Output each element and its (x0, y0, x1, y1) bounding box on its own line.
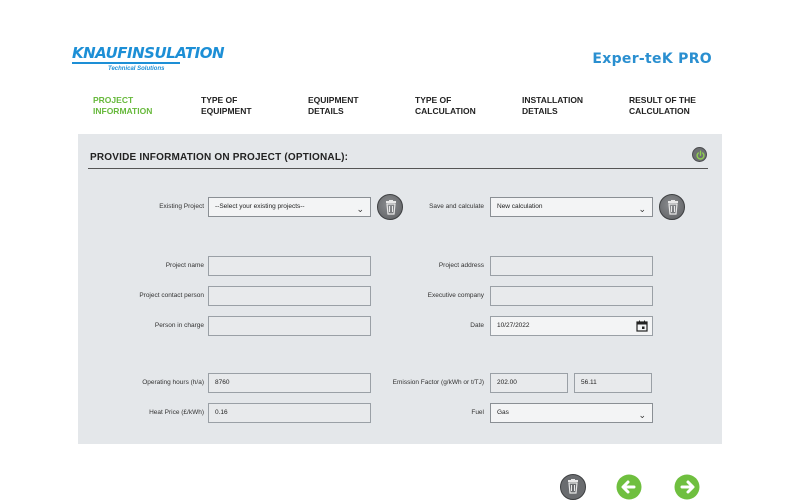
back-button[interactable] (616, 474, 642, 500)
step-installation-details[interactable]: INSTALLATION DETAILS (522, 95, 612, 117)
delete-calculation-button[interactable] (659, 194, 685, 220)
heat-price-field[interactable]: 0.16 (208, 403, 371, 423)
next-button[interactable] (674, 474, 700, 500)
emission-factor-label: Emission Factor (g/kWh or t/TJ) (392, 379, 484, 386)
step-type-of-equipment[interactable]: TYPE OF EQUIPMENT (201, 95, 291, 117)
panel-divider (88, 168, 708, 169)
chevron-down-icon: ⌄ (638, 204, 646, 214)
emission-factor-field-2[interactable]: 56.11 (574, 373, 652, 393)
chevron-down-icon: ⌄ (356, 204, 364, 214)
wizard-steps: PROJECT INFORMATION TYPE OF EQUIPMENT EQ… (93, 95, 713, 119)
knauf-insulation-logo: KNAUFINSULATION Technical Solutions (72, 44, 225, 74)
project-info-panel: PROVIDE INFORMATION ON PROJECT (OPTIONAL… (78, 134, 722, 444)
executive-company-label: Executive company (427, 292, 484, 299)
executive-company-field[interactable] (490, 286, 653, 306)
fuel-select[interactable]: Gas ⌄ (490, 403, 653, 423)
logo-wordmark: KNAUFINSULATION (72, 44, 225, 62)
trash-icon (560, 474, 586, 500)
app-title: Exper-teK PRO (592, 51, 712, 67)
heat-price-label: Heat Price (£/kWh) (149, 409, 204, 416)
emission-factor-field-1[interactable]: 202.00 (490, 373, 568, 393)
trash-icon (386, 200, 396, 215)
date-field[interactable]: 10/27/2022 (490, 316, 653, 336)
fuel-label: Fuel (471, 409, 484, 416)
delete-button[interactable] (560, 474, 586, 500)
chevron-down-icon: ⌄ (638, 410, 646, 420)
step-type-of-calculation[interactable]: TYPE OF CALCULATION (415, 95, 505, 117)
date-value: 10/27/2022 (497, 322, 530, 329)
trash-icon (668, 200, 678, 215)
save-calculate-value: New calculation (497, 203, 543, 210)
save-calculate-label: Save and calculate (429, 203, 484, 210)
contact-person-label: Project contact person (139, 292, 204, 299)
operating-hours-label: Operating hours (h/a) (142, 379, 204, 386)
contact-person-field[interactable] (208, 286, 371, 306)
project-name-field[interactable] (208, 256, 371, 276)
power-icon[interactable] (692, 147, 707, 162)
step-equipment-details[interactable]: EQUIPMENT DETAILS (308, 95, 398, 117)
panel-title: PROVIDE INFORMATION ON PROJECT (OPTIONAL… (90, 152, 349, 163)
calendar-icon[interactable] (636, 320, 648, 332)
person-in-charge-label: Person in charge (154, 322, 204, 329)
fuel-value: Gas (497, 409, 509, 416)
operating-hours-field[interactable]: 8760 (208, 373, 371, 393)
existing-project-select[interactable]: --Select your existing projects-- ⌄ (208, 197, 371, 217)
step-project-information[interactable]: PROJECT INFORMATION (93, 95, 183, 117)
save-calculate-select[interactable]: New calculation ⌄ (490, 197, 653, 217)
delete-project-button[interactable] (377, 194, 403, 220)
arrow-left-icon (616, 474, 642, 500)
existing-project-label: Existing Project (159, 203, 204, 210)
app-page: KNAUFINSULATION Technical Solutions Expe… (0, 0, 800, 500)
logo-tagline: Technical Solutions (108, 66, 165, 72)
logo-underline (72, 62, 180, 64)
existing-project-value: --Select your existing projects-- (215, 203, 305, 210)
date-label: Date (470, 322, 484, 329)
project-name-label: Project name (165, 262, 204, 269)
project-address-field[interactable] (490, 256, 653, 276)
arrow-right-icon (674, 474, 700, 500)
person-in-charge-field[interactable] (208, 316, 371, 336)
step-result-of-calculation[interactable]: RESULT OF THE CALCULATION (629, 95, 719, 117)
project-address-label: Project address (438, 262, 484, 269)
